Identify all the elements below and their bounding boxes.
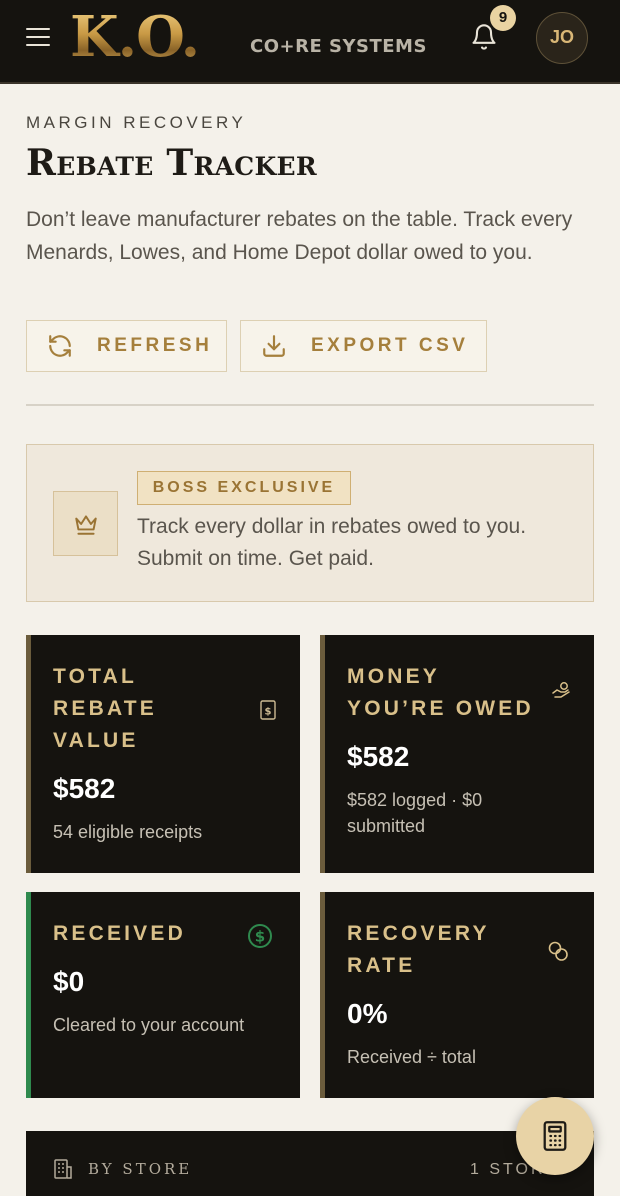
refresh-label: REFRESH — [97, 335, 213, 356]
received-value: $0 — [53, 966, 85, 997]
download-icon — [263, 335, 285, 357]
export-csv-label: EXPORT CSV — [311, 335, 469, 356]
money-owed-note: $582 logged · $0 submitted — [347, 790, 483, 836]
coins-icon — [548, 941, 568, 961]
building-icon — [54, 1159, 72, 1179]
export-csv-button[interactable]: EXPORT CSV — [240, 320, 487, 372]
calculator-button[interactable] — [516, 1097, 594, 1175]
divider — [26, 404, 594, 406]
menu-icon[interactable] — [26, 28, 50, 50]
recovery-rate-label: RECOVERY RATE — [347, 922, 490, 977]
total-rebate-value-card: TOTAL REBATE VALUE $ $582 54 eligible re… — [26, 635, 300, 873]
refresh-button[interactable]: REFRESH — [26, 320, 227, 372]
money-owed-value: $582 — [347, 741, 410, 772]
by-store-panel[interactable]: BY STORE 1 STORE — [26, 1131, 594, 1196]
total-rebate-label: TOTAL REBATE VALUE — [53, 665, 157, 752]
svg-text:$: $ — [265, 707, 272, 718]
received-note: Cleared to your account — [53, 1015, 245, 1035]
money-owed-card: MONEY YOU’RE OWED $582 $582 logged · $0 … — [320, 635, 594, 873]
notification-badge: 9 — [490, 5, 516, 31]
recovery-rate-note: Received ÷ total — [347, 1047, 476, 1067]
boss-exclusive-badge: BOSS EXCLUSIVE — [137, 471, 351, 505]
recovery-rate-card: RECOVERY RATE 0% Received ÷ total — [320, 892, 594, 1098]
crown-icon — [74, 514, 97, 535]
hand-coins-icon — [552, 682, 570, 698]
total-rebate-value: $582 — [53, 773, 116, 804]
dollar-circle-icon: $ — [248, 924, 272, 948]
received-label: RECEIVED — [53, 922, 186, 945]
top-bar: K.O. CO+RE SYSTEMS 9 JO — [0, 0, 620, 84]
logo-ko[interactable]: K.O. — [70, 4, 200, 70]
boss-exclusive-banner: BOSS EXCLUSIVE Track every dollar in reb… — [26, 444, 594, 602]
logo-subtitle: CO+RE SYSTEMS — [250, 36, 427, 57]
crown-icon-box — [53, 491, 118, 556]
svg-text:$: $ — [255, 928, 265, 946]
banner-text: Track every dollar in rebates owed to yo… — [137, 515, 527, 570]
total-rebate-note: 54 eligible receipts — [53, 822, 203, 842]
avatar[interactable]: JO — [536, 12, 588, 64]
receipt-dollar-icon: $ — [260, 700, 276, 720]
recovery-rate-value: 0% — [347, 998, 388, 1029]
received-card: RECEIVED $ $0 Cleared to your account — [26, 892, 300, 1098]
page-title: Rebate Tracker — [26, 142, 317, 184]
money-owed-label: MONEY YOU’RE OWED — [347, 665, 534, 720]
by-store-label: BY STORE — [88, 1160, 193, 1178]
section-eyebrow: MARGIN RECOVERY — [26, 113, 247, 132]
calculator-icon — [543, 1121, 567, 1151]
refresh-icon — [49, 335, 71, 357]
page-subtitle: Don’t leave manufacturer rebates on the … — [26, 208, 573, 264]
